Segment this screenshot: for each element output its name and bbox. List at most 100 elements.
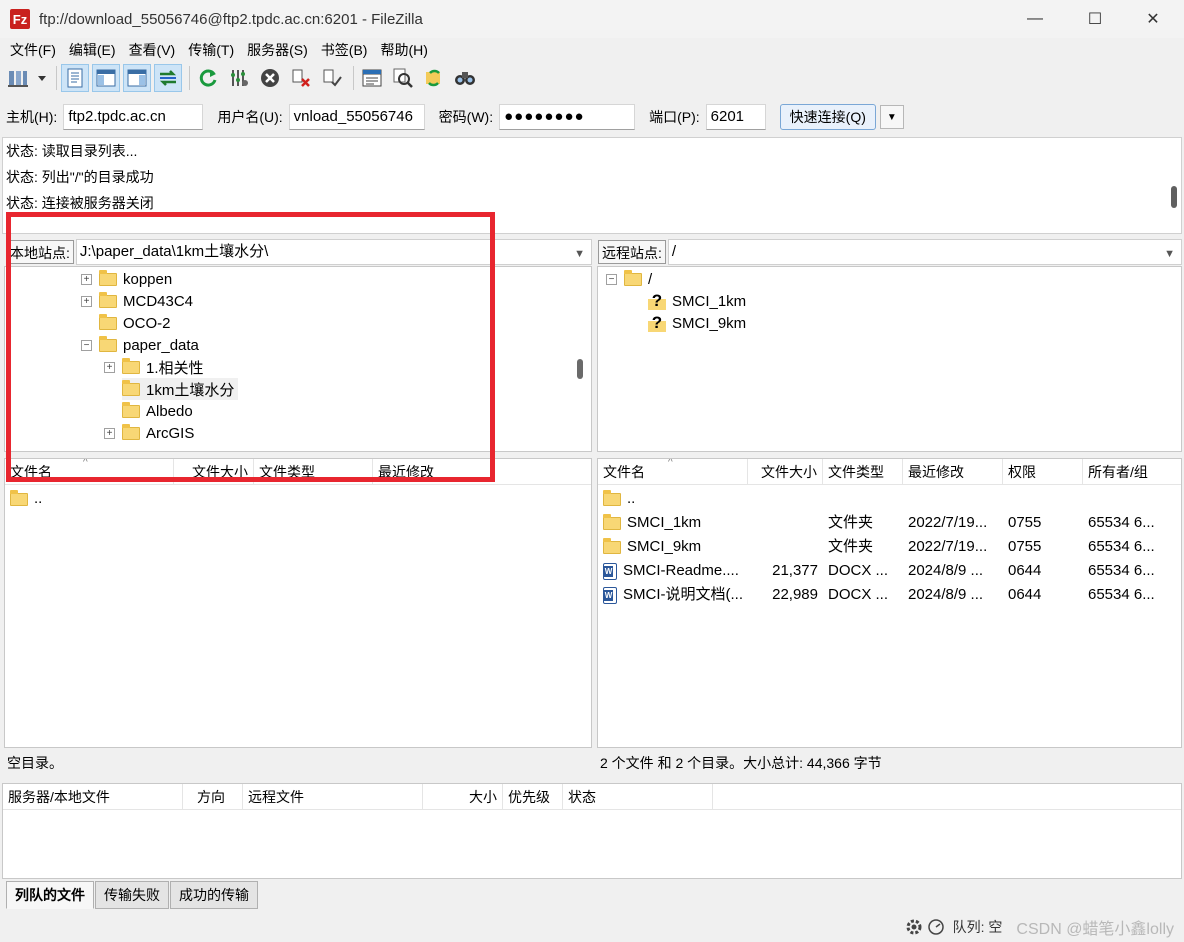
tree-item[interactable]: − paper_data xyxy=(81,334,199,356)
speed-limit-icon[interactable] xyxy=(927,918,945,936)
column-filename[interactable]: ^ 文件名 xyxy=(598,459,748,485)
local-tree-scrollbar-thumb[interactable] xyxy=(577,359,583,379)
username-input[interactable]: vnload_55056746 xyxy=(288,104,425,130)
column-filesize[interactable]: 文件大小 xyxy=(174,459,254,485)
column-modified[interactable]: 最近修改 xyxy=(373,459,591,485)
list-item[interactable]: .. xyxy=(5,487,42,511)
process-queue-icon[interactable] xyxy=(225,64,253,92)
collapse-icon[interactable]: − xyxy=(81,339,92,351)
expand-icon[interactable]: + xyxy=(81,295,92,307)
menu-help[interactable]: 帮助(H) xyxy=(376,40,431,60)
filezilla-logo-icon: Fz xyxy=(10,9,30,29)
column-filetype[interactable]: 文件类型 xyxy=(823,459,903,485)
column-direction[interactable]: 方向 xyxy=(183,783,243,810)
chevron-down-icon[interactable]: ▼ xyxy=(574,242,585,266)
column-filetype[interactable]: 文件类型 xyxy=(254,459,373,485)
table-row[interactable]: SMCI_9km 文件夹 2022/7/19... 0755 65534 6..… xyxy=(598,535,1181,559)
minimize-button[interactable]: — xyxy=(1006,0,1064,38)
close-button[interactable]: ✕ xyxy=(1124,0,1182,38)
reconnect-icon[interactable] xyxy=(318,64,346,92)
column-server-local-file[interactable]: 服务器/本地文件 xyxy=(3,783,183,810)
tree-item[interactable]: Albedo xyxy=(122,400,193,422)
log-scrollbar-thumb[interactable] xyxy=(1171,186,1177,208)
toggle-log-icon[interactable] xyxy=(61,64,89,92)
local-directory-tree[interactable]: + koppen + MCD43C4 OCO-2 − paper_data +1.相关… xyxy=(4,266,592,452)
tree-item[interactable]: − / xyxy=(606,268,652,290)
remote-directory-tree[interactable]: − / ? SMCI_1km ? SMCI_9km xyxy=(597,266,1182,452)
tree-item[interactable]: + MCD43C4 xyxy=(81,290,193,312)
cancel-icon[interactable] xyxy=(256,64,284,92)
folder-icon xyxy=(10,489,28,506)
column-remote-file[interactable]: 远程文件 xyxy=(243,783,423,810)
folder-icon xyxy=(603,489,621,506)
menu-file[interactable]: 文件(F) xyxy=(6,40,60,60)
menu-server[interactable]: 服务器(S) xyxy=(243,40,312,60)
tree-item-selected[interactable]: 1km土壤水分 xyxy=(122,378,239,400)
table-row[interactable]: SMCI_1km 文件夹 2022/7/19... 0755 65534 6..… xyxy=(598,511,1181,535)
remote-file-list[interactable]: ^ 文件名 文件大小 文件类型 最近修改 权限 所有者/组 .. SMCI_1km… xyxy=(597,458,1182,748)
toggle-local-tree-icon[interactable] xyxy=(92,64,120,92)
expand-icon[interactable]: + xyxy=(104,361,115,373)
quickconnect-history-dropdown[interactable]: ▼ xyxy=(879,105,904,129)
menu-edit[interactable]: 编辑(E) xyxy=(65,40,120,60)
window-title: ftp://download_55056746@ftp2.tpdc.ac.cn:… xyxy=(39,10,423,28)
column-size[interactable]: 大小 xyxy=(423,783,503,810)
expand-icon[interactable]: + xyxy=(81,273,92,285)
sort-ascending-icon: ^ xyxy=(83,458,88,468)
directory-listing-filter-icon[interactable] xyxy=(358,64,386,92)
folder-icon xyxy=(624,269,642,286)
site-manager-icon[interactable] xyxy=(4,64,32,92)
remote-status-text: 2 个文件 和 2 个目录。大小总计: 44,366 字节 xyxy=(597,750,1182,776)
tree-item[interactable]: + ArcGIS xyxy=(104,422,194,444)
file-modified: 2022/7/19... xyxy=(908,514,988,531)
collapse-icon[interactable]: − xyxy=(606,273,617,285)
transfer-queue[interactable]: 服务器/本地文件 方向 远程文件 大小 优先级 状态 xyxy=(2,783,1182,879)
toggle-remote-tree-icon[interactable] xyxy=(123,64,151,92)
search-icon[interactable] xyxy=(451,64,479,92)
tree-item[interactable]: ? SMCI_9km xyxy=(648,312,746,334)
compare-icon[interactable] xyxy=(389,64,417,92)
file-owner: 65534 6... xyxy=(1088,514,1155,531)
tab-successful-transfers[interactable]: 成功的传输 xyxy=(170,881,258,909)
tab-queued-files[interactable]: 列队的文件 xyxy=(6,881,94,909)
menu-transfer[interactable]: 传输(T) xyxy=(184,40,238,60)
table-row[interactable]: SMCI-Readme.... 21,377 DOCX ... 2024/8/9… xyxy=(598,559,1181,583)
column-permissions[interactable]: 权限 xyxy=(1003,459,1083,485)
log-line: 状态: 读取目录列表... xyxy=(6,143,138,159)
tree-item[interactable]: +1.相关性 xyxy=(104,356,204,378)
menu-bookmarks[interactable]: 书签(B) xyxy=(317,40,372,60)
menu-view[interactable]: 查看(V) xyxy=(125,40,180,60)
maximize-button[interactable]: ☐ xyxy=(1066,0,1124,38)
settings-gear-icon[interactable] xyxy=(905,918,923,936)
sync-browse-icon[interactable] xyxy=(420,64,448,92)
refresh-icon[interactable] xyxy=(194,64,222,92)
host-input[interactable]: ftp2.tpdc.ac.cn xyxy=(63,104,204,130)
quickconnect-button[interactable]: 快速连接(Q) xyxy=(779,104,876,130)
disconnect-icon[interactable] xyxy=(287,64,315,92)
local-path-combobox[interactable]: J:\paper_data\1km土壤水分\ ▼ xyxy=(75,239,592,266)
expand-icon[interactable]: + xyxy=(104,427,115,439)
tree-item-label: 1.相关性 xyxy=(146,359,204,377)
table-row[interactable]: SMCI-说明文档(... 22,989 DOCX ... 2024/8/9 .… xyxy=(598,583,1181,607)
toggle-queue-icon[interactable] xyxy=(154,64,182,92)
tab-failed-transfers[interactable]: 传输失败 xyxy=(95,881,169,909)
column-owner-group[interactable]: 所有者/组 xyxy=(1083,459,1181,485)
column-priority[interactable]: 优先级 xyxy=(503,783,563,810)
port-input[interactable]: 6201 xyxy=(705,104,766,130)
chevron-down-icon[interactable]: ▼ xyxy=(1164,242,1175,266)
status-bar: 队列: 空 CSDN @蜡笔小鑫lolly xyxy=(0,912,1184,942)
column-filesize[interactable]: 文件大小 xyxy=(748,459,823,485)
tree-item[interactable]: OCO-2 xyxy=(99,312,171,334)
column-modified[interactable]: 最近修改 xyxy=(903,459,1003,485)
remote-path-combobox[interactable]: / ▼ xyxy=(667,239,1182,266)
local-file-list[interactable]: ^ 文件名 文件大小 文件类型 最近修改 .. xyxy=(4,458,592,748)
tree-item[interactable]: + koppen xyxy=(81,268,172,290)
table-row[interactable]: .. xyxy=(598,487,748,511)
file-size xyxy=(748,511,823,535)
column-filename[interactable]: ^ 文件名 xyxy=(5,459,174,485)
dropdown-arrow-icon[interactable] xyxy=(35,64,49,92)
tree-item[interactable]: ? SMCI_1km xyxy=(648,290,746,312)
column-status[interactable]: 状态 xyxy=(563,783,713,810)
password-input[interactable]: ●●●●●●●● xyxy=(499,104,636,130)
message-log[interactable]: 状态: 读取目录列表... 状态: 列出"/"的目录成功 状态: 连接被服务器关… xyxy=(2,137,1182,234)
